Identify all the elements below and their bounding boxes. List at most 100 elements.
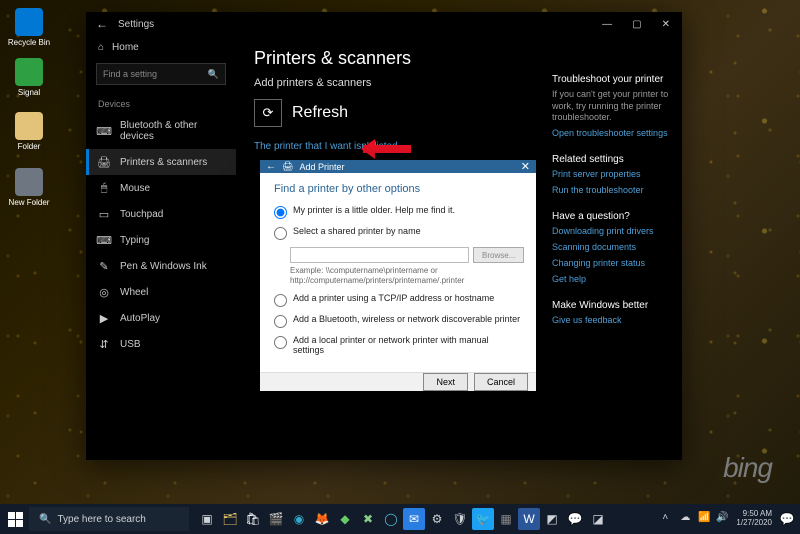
taskbar: 🔍 Type here to search ▣🗂🛍🎬◉🦊◆✖◯✉⚙🛡🐦▦W◩💬◪… <box>0 504 800 534</box>
taskbar-twitter[interactable]: 🐦 <box>472 508 494 530</box>
sidebar-item[interactable]: ▭Touchpad <box>86 201 236 227</box>
maximize-button[interactable]: ▢ <box>628 19 645 30</box>
power-icon: ⟳ <box>263 105 274 121</box>
radio[interactable] <box>274 294 287 307</box>
taskbar-app3[interactable]: ◩ <box>541 508 563 530</box>
rc-link[interactable]: Print server properties <box>552 169 672 179</box>
radio[interactable] <box>274 227 287 240</box>
taskbar-mail[interactable]: ✉ <box>403 508 425 530</box>
shared-printer-path-input[interactable] <box>290 247 469 263</box>
sidebar-item[interactable]: ✎Pen & Windows Ink <box>86 253 236 279</box>
next-button[interactable]: Next <box>423 373 468 391</box>
taskbar-xbox[interactable]: ✖ <box>357 508 379 530</box>
back-button[interactable]: ← <box>94 17 110 31</box>
sidebar-item[interactable]: ◎Wheel <box>86 279 236 305</box>
search-placeholder: Type here to search <box>57 514 145 525</box>
dialog-heading: Find a printer by other options <box>274 183 522 195</box>
option-older-printer[interactable]: My printer is a little older. Help me fi… <box>274 205 522 219</box>
rc-link[interactable]: Downloading print drivers <box>552 226 672 236</box>
refresh-label: Refresh <box>292 104 348 122</box>
taskbar-file-explorer[interactable]: 🗂 <box>219 508 241 530</box>
radio[interactable] <box>274 336 287 349</box>
nav-icon: ◎ <box>98 286 110 298</box>
taskbar-security[interactable]: 🛡 <box>449 508 471 530</box>
sidebar-item[interactable]: 🖱Mouse <box>86 175 236 201</box>
close-button[interactable]: ✕ <box>658 19 674 30</box>
category-label: Devices <box>86 89 236 113</box>
taskbar-settings[interactable]: ⚙ <box>426 508 448 530</box>
nav-icon: ✎ <box>98 260 110 272</box>
right-column: Troubleshoot your printer If you can't g… <box>542 36 682 460</box>
add-printer-dialog: ← 🖨 Add Printer ✕ Find a printer by othe… <box>260 160 536 390</box>
rc-head: Troubleshoot your printer <box>552 74 672 85</box>
option-label: Select a shared printer by name <box>293 226 421 236</box>
search-placeholder: Find a setting <box>103 69 157 79</box>
rc-link[interactable]: Scanning documents <box>552 242 672 252</box>
desktop-icon[interactable]: Recycle Bin <box>6 8 52 47</box>
radio[interactable] <box>274 315 287 328</box>
sidebar-item[interactable]: ⌨Bluetooth & other devices <box>86 113 236 149</box>
cancel-button[interactable]: Cancel <box>474 373 528 391</box>
tray-chevron[interactable]: ˄ <box>662 512 676 526</box>
browse-button[interactable]: Browse... <box>473 247 524 263</box>
clock[interactable]: 9:50 AM 1/27/2020 <box>736 510 772 528</box>
taskbar-task-view[interactable]: ▣ <box>196 508 218 530</box>
rc-link[interactable]: Get help <box>552 274 672 284</box>
tray-volume[interactable]: 🔊 <box>716 512 730 526</box>
search-icon: 🔍 <box>208 69 219 80</box>
refresh-button[interactable]: ⟳ <box>254 99 282 127</box>
option-label: Add a printer using a TCP/IP address or … <box>293 293 494 303</box>
bing-watermark: bing <box>723 452 772 484</box>
option-bluetooth[interactable]: Add a Bluetooth, wireless or network dis… <box>274 314 522 328</box>
taskbar-cortana[interactable]: ◯ <box>380 508 402 530</box>
dialog-close-button[interactable]: ✕ <box>521 160 530 173</box>
sidebar-item[interactable]: ⇵USB <box>86 331 236 357</box>
start-button[interactable] <box>4 508 26 530</box>
taskbar-word[interactable]: W <box>518 508 540 530</box>
sidebar-item[interactable]: ▶AutoPlay <box>86 305 236 331</box>
notifications-button[interactable]: 💬 <box>778 510 796 528</box>
taskbar-edge[interactable]: ◉ <box>288 508 310 530</box>
window-title: Settings <box>118 19 154 30</box>
page-title: Printers & scanners <box>254 48 524 69</box>
sidebar: ⌂ Home Find a setting 🔍 Devices ⌨Bluetoo… <box>86 36 236 460</box>
taskbar-app4[interactable]: ◪ <box>587 508 609 530</box>
radio[interactable] <box>274 206 287 219</box>
desktop-icon[interactable]: New Folder <box>6 168 52 207</box>
nav-icon: ▶ <box>98 312 110 324</box>
rc-text: If you can't get your printer to work, t… <box>552 89 672 124</box>
minimize-button[interactable]: — <box>598 19 616 30</box>
rc-link[interactable]: Run the troubleshooter <box>552 185 672 195</box>
desktop-icon[interactable]: Folder <box>6 112 52 151</box>
desktop-icon[interactable]: Signal <box>6 58 52 97</box>
taskbar-chat[interactable]: 💬 <box>564 508 586 530</box>
tray-wifi[interactable]: 📶 <box>698 512 712 526</box>
option-label: My printer is a little older. Help me fi… <box>293 205 455 215</box>
sidebar-item[interactable]: ⌨Typing <box>86 227 236 253</box>
taskbar-search[interactable]: 🔍 Type here to search <box>29 507 189 531</box>
home-nav[interactable]: ⌂ Home <box>86 36 236 59</box>
rc-link[interactable]: Open troubleshooter settings <box>552 128 672 138</box>
option-local[interactable]: Add a local printer or network printer w… <box>274 335 522 355</box>
taskbar-movies[interactable]: 🎬 <box>265 508 287 530</box>
rc-link[interactable]: Give us feedback <box>552 315 672 325</box>
taskbar-store[interactable]: 🛍 <box>242 508 264 530</box>
back-icon[interactable]: ← <box>266 161 276 172</box>
taskbar-app1[interactable]: ◆ <box>334 508 356 530</box>
desktop: bing Recycle Bin Signal Folder New Folde… <box>0 0 800 534</box>
tray-onedrive[interactable]: ☁ <box>680 512 694 526</box>
home-label: Home <box>112 42 139 53</box>
section-head: Add printers & scanners <box>254 77 524 89</box>
option-shared-printer[interactable]: Select a shared printer by name <box>274 226 522 240</box>
nav-label: Typing <box>120 235 149 246</box>
search-input[interactable]: Find a setting 🔍 <box>96 63 226 85</box>
dialog-titlebar: ← 🖨 Add Printer ✕ <box>260 160 536 173</box>
taskbar-app2[interactable]: ▦ <box>495 508 517 530</box>
option-tcpip[interactable]: Add a printer using a TCP/IP address or … <box>274 293 522 307</box>
sidebar-item[interactable]: 🖨Printers & scanners <box>86 149 236 175</box>
example-text: Example: \\computername\printername or h… <box>290 266 522 285</box>
nav-icon: 🖱 <box>98 182 110 194</box>
nav-label: Touchpad <box>120 209 163 220</box>
taskbar-browser[interactable]: 🦊 <box>311 508 333 530</box>
rc-link[interactable]: Changing printer status <box>552 258 672 268</box>
